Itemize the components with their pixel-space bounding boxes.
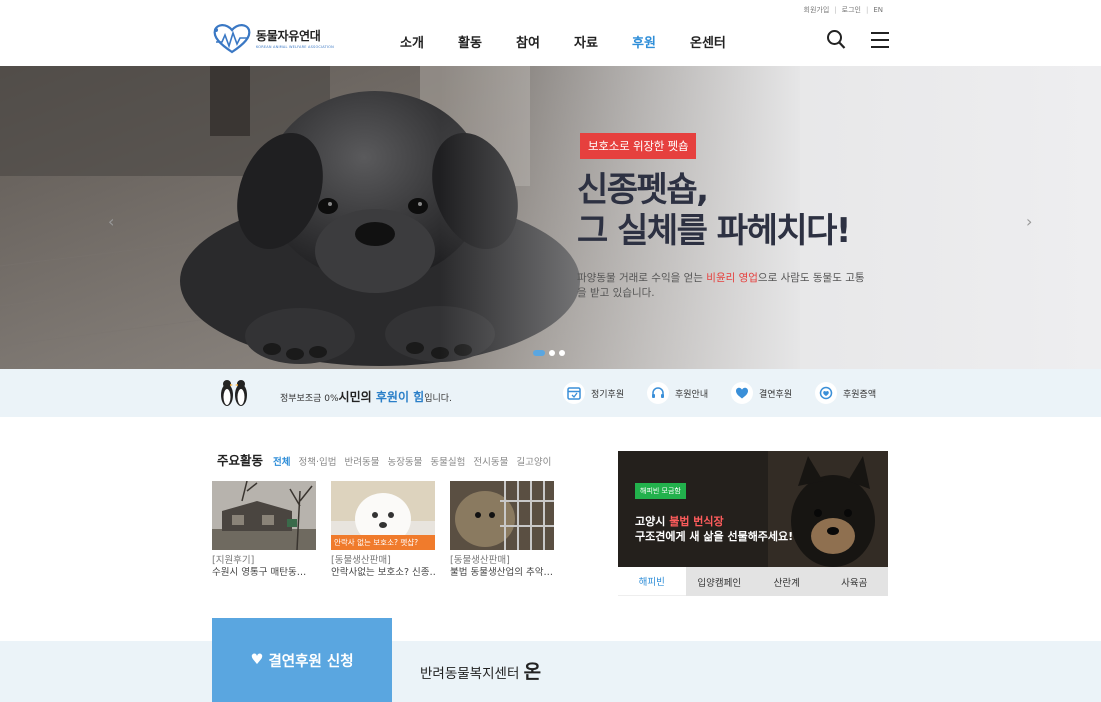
thumbnail-image: 안락사 없는 보호소? 펫샵? [331,481,435,550]
thumbnail-image [450,481,554,550]
happybean-text-line: 고양시 [635,515,670,528]
sponsorship-link[interactable]: 결연후원 [731,382,815,404]
heart-icon [731,382,753,404]
menu-icon[interactable] [870,29,890,51]
nav-item-support[interactable]: 후원 [632,32,690,51]
activity-list: [지원후기] 수원시 영통구 매탄동… 안락사 없는 보호소? 펫샵? [동물생… [212,481,554,579]
tab-happybean[interactable]: 해피빈 [618,567,686,596]
language-link[interactable]: EN [873,6,883,14]
search-icon[interactable] [826,29,846,51]
link-label: 결연후원 [759,389,793,400]
tab-adoption-campaign[interactable]: 입양캠페인 [686,567,754,596]
bottom-band [0,641,1101,702]
logo-heart-icon [213,24,251,54]
activities-title: 주요활동 [217,453,264,468]
list-item[interactable]: 안락사 없는 보호소? 펫샵? [동물생산판매] 안락사없는 보호소? 신종… [331,481,435,579]
nav-item-resources[interactable]: 자료 [574,32,632,51]
login-link[interactable]: 로그인 [842,5,861,15]
coin-icon [815,382,837,404]
activities-header: 주요활동 전체 정책·입법 반려동물 농장동물 동물실험 전시동물 길고양이 [217,450,551,469]
apply-sponsorship-button[interactable]: ♥ 결연후원 신청 [212,618,392,702]
tab-companion[interactable]: 반려동물 [344,454,379,468]
nav-item-oncenter[interactable]: 온센터 [690,32,748,51]
tab-farm[interactable]: 농장동물 [387,454,422,468]
support-links: 정기후원 후원안내 결연후원 후원증액 [563,382,899,404]
prev-slide-icon[interactable]: ‹ [108,212,114,231]
band-slogan-text: 정부보조금 0% [280,394,339,404]
separator: | [865,6,869,14]
happybean-tag: 해피빈 모금함 [635,483,686,499]
page: 회원가입 | 로그인 | EN 동물자유연대 KOREAN ANIMAL WEL… [0,0,1101,702]
headset-icon [647,382,669,404]
support-band: 정부보조금 0%시민의 후원이 힘입니다. 정기후원 후원안내 결연후원 후원증… [0,369,1101,417]
tab-laying-hens[interactable]: 산란계 [753,567,821,596]
item-category: [지원후기] [212,555,255,566]
tab-policy[interactable]: 정책·입법 [299,454,337,468]
happybean-text: 고양시 불법 번식장구조견에게 새 삶을 선물해주세요! [635,514,793,544]
calendar-icon [563,382,585,404]
slide-dot[interactable] [533,350,545,356]
support-guide-link[interactable]: 후원안내 [647,382,731,404]
slide-dot[interactable] [559,350,565,356]
list-item[interactable]: [동물생산판매] 불법 동물생산업의 추악… [450,481,554,579]
happybean-text-line: 구조견에게 새 삶을 선물해주세요! [635,530,794,543]
logo-subtitle: KOREAN ANIMAL WELFARE ASSOCIATION [256,45,334,49]
nav-item-intro[interactable]: 소개 [400,32,458,51]
separator: | [834,6,837,14]
item-category: [동물생산판매] [331,555,391,566]
link-label: 정기후원 [591,389,625,400]
happybean-text-highlight: 불법 번식장 [669,515,724,528]
happybean-box: 해피빈 모금함 고양시 불법 번식장구조견에게 새 삶을 선물해주세요! 해피빈… [618,451,888,596]
item-title[interactable]: 안락사없는 보호소? 신종… [331,567,435,579]
utility-links: 회원가입 | 로그인 | EN [804,5,883,15]
link-label: 후원증액 [843,389,877,400]
rescued-dog-image [618,451,888,567]
item-category: [동물생산판매] [450,555,510,566]
hero-badge: 보호소로 위장한 펫숍 [580,133,697,159]
next-slide-icon[interactable]: › [1026,212,1032,231]
heart-icon: ♥ [250,652,264,668]
tab-farmed-bears[interactable]: 사육곰 [821,567,889,596]
hero-desc-text: 파양동물 거래로 수익을 얻는 [577,272,707,284]
regular-support-link[interactable]: 정기후원 [563,382,647,404]
main-nav: 소개 활동 참여 자료 후원 온센터 [400,32,748,51]
tab-experiment[interactable]: 동물실험 [430,454,465,468]
increase-support-link[interactable]: 후원증액 [815,382,899,404]
welfare-center-label: 반려동물복지센터 [420,666,524,682]
nav-item-participate[interactable]: 참여 [516,32,574,51]
slide-dot[interactable] [549,350,555,356]
thumbnail-image [212,481,316,550]
band-slogan: 정부보조금 0%시민의 후원이 힘입니다. [280,388,452,405]
hero-description: 파양동물 거래로 수익을 얻는 비윤리 영업으로 사람도 동물도 고통을 받고 … [577,271,867,301]
item-title[interactable]: 수원시 영통구 매탄동… [212,567,316,579]
band-slogan-text: 입니다. [424,394,452,404]
happybean-tabs: 해피빈 입양캠페인 산란계 사육곰 [618,567,888,596]
tab-stray-cats[interactable]: 길고양이 [516,454,551,468]
penguin-icon [221,380,247,406]
band-slogan-highlight: 후원이 힘 [375,390,425,404]
welfare-center-name: 온 [523,661,542,683]
hero-banner: 보호소로 위장한 펫숍 신종펫숍, 그 실체를 파헤치다! 파양동물 거래로 수… [0,66,1101,369]
site-logo[interactable]: 동물자유연대 KOREAN ANIMAL WELFARE ASSOCIATION [212,22,334,54]
join-link[interactable]: 회원가입 [804,5,830,15]
link-label: 후원안내 [675,389,709,400]
slide-indicators [533,350,565,356]
tab-all[interactable]: 전체 [273,454,290,468]
tab-exhibition[interactable]: 전시동물 [473,454,508,468]
welfare-center-title[interactable]: 반려동물복지센터 온 [420,657,541,684]
nav-item-activity[interactable]: 활동 [458,32,516,51]
hero-title: 신종펫숍, 그 실체를 파헤치다! [577,170,851,251]
band-slogan-bold: 시민의 [338,390,376,404]
apply-label: 결연후원 신청 [268,653,354,670]
logo-name: 동물자유연대 [256,29,321,43]
item-title[interactable]: 불법 동물생산업의 추악… [450,567,554,579]
happybean-banner[interactable]: 해피빈 모금함 고양시 불법 번식장구조견에게 새 삶을 선물해주세요! [618,451,888,567]
thumbnail-caption: 안락사 없는 보호소? 펫샵? [331,535,435,550]
hero-desc-highlight: 비윤리 영업 [706,272,758,284]
list-item[interactable]: [지원후기] 수원시 영통구 매탄동… [212,481,316,579]
